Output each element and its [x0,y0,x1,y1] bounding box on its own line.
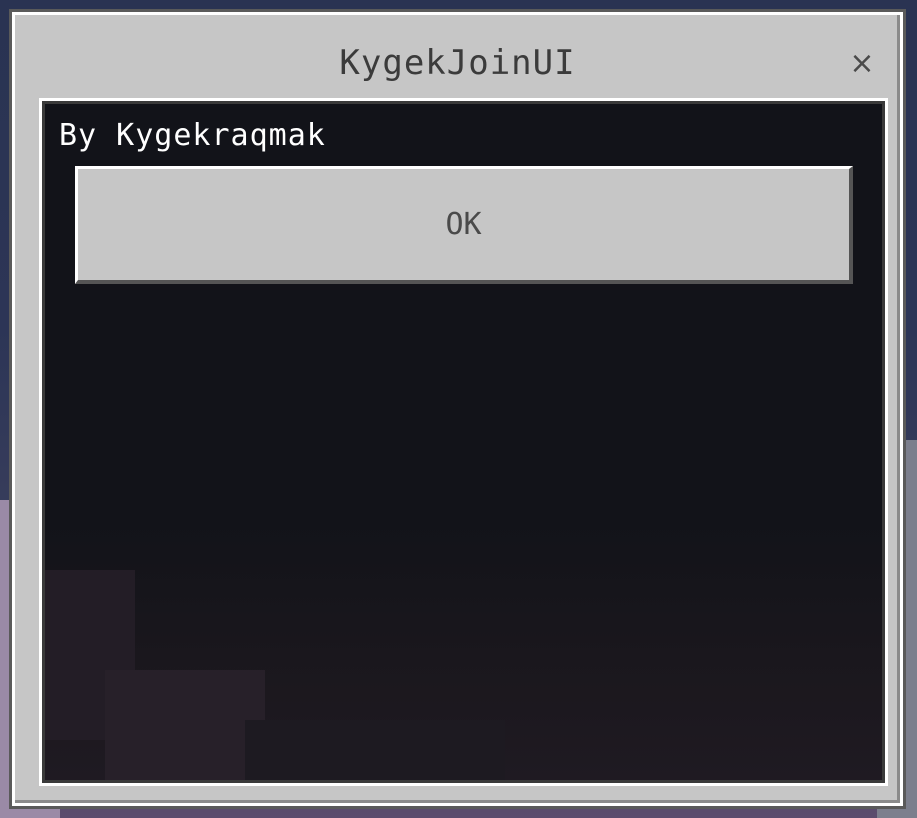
close-icon[interactable]: × [844,45,880,81]
dialog-content-text: By Kygekraqmak [59,118,326,153]
dialog-title-bar: KygekJoinUI × [15,15,900,101]
ok-button[interactable]: OK [75,166,853,284]
terrain-block [105,670,265,780]
form-dialog: KygekJoinUI × By Kygekraqmak OK [12,12,903,806]
dialog-title: KygekJoinUI [339,43,576,83]
terrain-block [245,720,505,780]
dialog-content-panel: By Kygekraqmak OK [42,101,885,783]
